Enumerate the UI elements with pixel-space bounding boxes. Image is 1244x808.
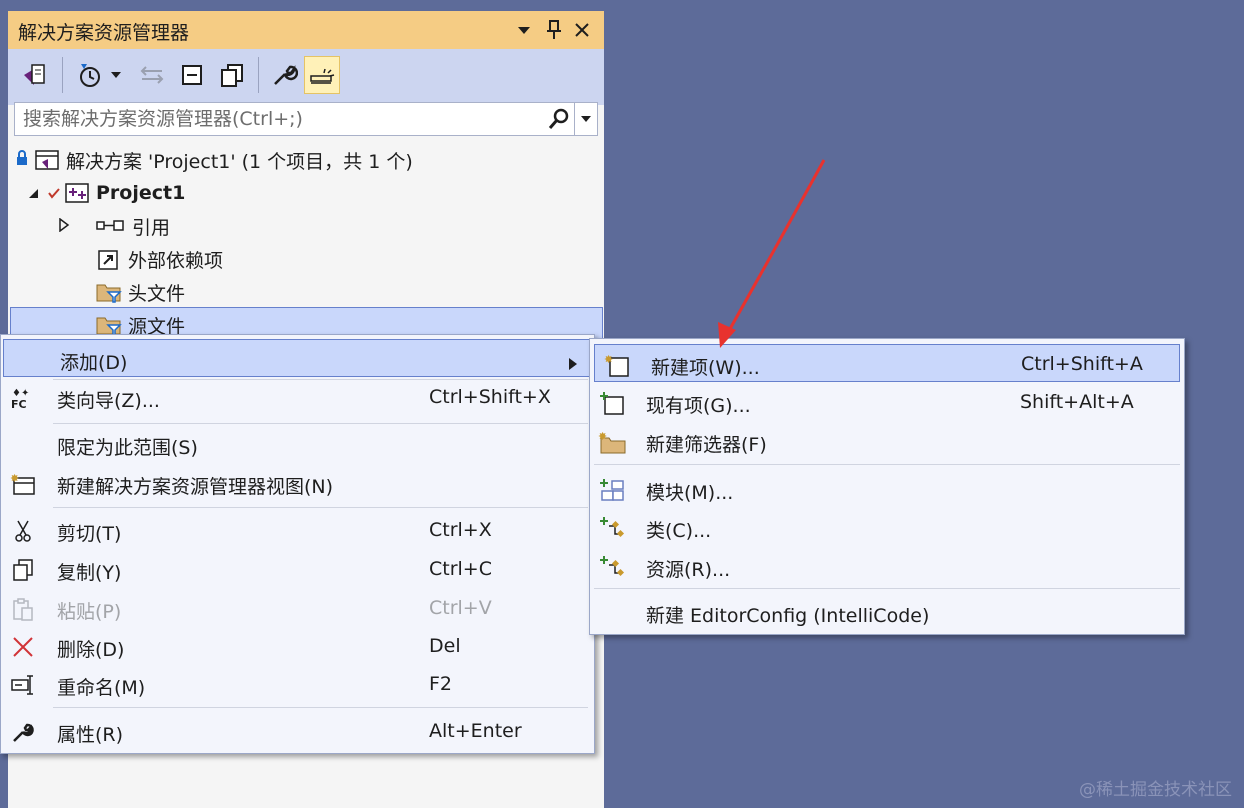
tree-item-references[interactable]: 引用 [58,210,170,242]
submenu-item-module[interactable]: 模块(M)... [590,470,1184,508]
new-filter-icon: ✸ [598,429,626,455]
submenu-item-new-editorconfig[interactable]: 新建 EditorConfig (IntelliCode) [590,593,1184,631]
panel-title-bar: 解决方案资源管理器 [8,11,604,49]
filter-dropdown-icon[interactable] [106,56,126,94]
class-wizard-icon: ♦✦ FC [9,385,37,411]
add-submenu: ✸ 新建项(W)... Ctrl+Shift+A 现有项(G)... Shift… [589,338,1185,635]
properties-wrench-icon[interactable] [266,56,302,94]
new-item-icon: ✸ [603,352,631,378]
search-input[interactable] [23,106,543,132]
search-options-dropdown-icon[interactable] [574,103,597,135]
search-box[interactable] [14,102,598,136]
tree-item-header-files[interactable]: 头文件 [96,276,185,308]
external-dependencies-icon [96,246,122,272]
window-position-dropdown-icon[interactable] [510,15,538,45]
lock-icon [16,149,30,171]
context-menu: 添加(D) ♦✦ FC 类向导(Z)... Ctrl+Shift+X 限定为此范围… [0,334,595,754]
rename-icon [9,672,37,698]
new-view-icon: ✸ [9,471,37,497]
module-icon [598,477,626,503]
submenu-item-existing-item[interactable]: 现有项(G)... Shift+Alt+A [590,383,1184,421]
tree-item-label: 引用 [132,216,171,239]
menu-item-paste[interactable]: 粘贴(P) Ctrl+V [1,589,590,627]
submenu-item-resource[interactable]: 资源(R)... [590,547,1184,585]
pin-icon[interactable] [540,15,568,45]
toolbar-separator [258,57,259,93]
search-icon[interactable] [547,107,571,131]
panel-toolbar [8,49,604,105]
tree-item-label: 头文件 [128,282,186,305]
menu-item-scope-to-this[interactable]: 限定为此范围(S) [1,425,590,463]
watermark: @稀土掘金技术社区 [1079,780,1232,800]
copy-icon [9,557,37,583]
menu-item-add[interactable]: 添加(D) [3,339,592,377]
svg-text:✸: ✸ [604,353,613,366]
references-icon [96,213,126,239]
cpp-project-icon [64,180,90,206]
menu-item-properties[interactable]: 属性(R) Alt+Enter [1,712,590,750]
tree-item-solution[interactable]: 解决方案 'Project1' (1 个项目，共 1 个) [16,144,413,176]
checkmark-icon [48,182,62,204]
filter-folder-icon [96,279,122,305]
menu-item-new-solution-explorer-view[interactable]: ✸ 新建解决方案资源管理器视图(N) [1,464,590,502]
submenu-item-new-filter[interactable]: ✸ 新建筛选器(F) [590,422,1184,460]
menu-separator [53,423,588,424]
tree-item-external-dependencies[interactable]: 外部依赖项 [96,243,223,275]
submenu-item-class[interactable]: 类(C)... [590,508,1184,546]
toolbar-separator [62,57,63,93]
menu-item-rename[interactable]: 重命名(M) F2 [1,665,590,703]
cut-icon [9,518,37,544]
menu-separator [594,464,1180,465]
collapse-all-icon[interactable] [174,56,210,94]
menu-separator [594,588,1180,589]
class-icon [598,515,626,541]
close-icon[interactable] [568,15,596,45]
sync-with-document-icon[interactable] [134,56,170,94]
tree-item-label: 外部依赖项 [128,249,224,272]
solution-icon [34,147,60,173]
menu-item-cut[interactable]: 剪切(T) Ctrl+X [1,511,590,549]
svg-text:✸: ✸ [598,430,607,443]
paste-icon [9,596,37,622]
solution-label: 解决方案 'Project1' (1 个项目，共 1 个) [66,150,413,173]
collapse-arrow-icon[interactable] [28,182,42,204]
resource-icon [598,554,626,580]
svg-text:FC: FC [11,398,27,410]
menu-separator [53,707,588,708]
submenu-arrow-icon [569,353,577,375]
switch-views-icon[interactable] [16,56,52,94]
menu-item-class-wizard[interactable]: ♦✦ FC 类向导(Z)... Ctrl+Shift+X [1,378,590,416]
pending-changes-filter-icon[interactable] [72,56,108,94]
menu-item-delete[interactable]: 删除(D) Del [1,627,590,665]
menu-separator [53,507,588,508]
existing-item-icon [598,390,626,416]
delete-icon [9,634,37,660]
tree-item-project[interactable]: Project1 [28,177,185,209]
preview-selected-items-icon[interactable] [304,56,340,94]
svg-text:✸: ✸ [10,472,19,485]
submenu-item-new-item[interactable]: ✸ 新建项(W)... Ctrl+Shift+A [594,344,1180,382]
expand-arrow-icon[interactable] [58,215,72,237]
show-all-files-icon[interactable] [214,56,250,94]
wrench-icon [9,719,37,745]
project-label: Project1 [96,182,186,204]
menu-item-copy[interactable]: 复制(Y) Ctrl+C [1,550,590,588]
panel-title: 解决方案资源管理器 [18,22,190,44]
